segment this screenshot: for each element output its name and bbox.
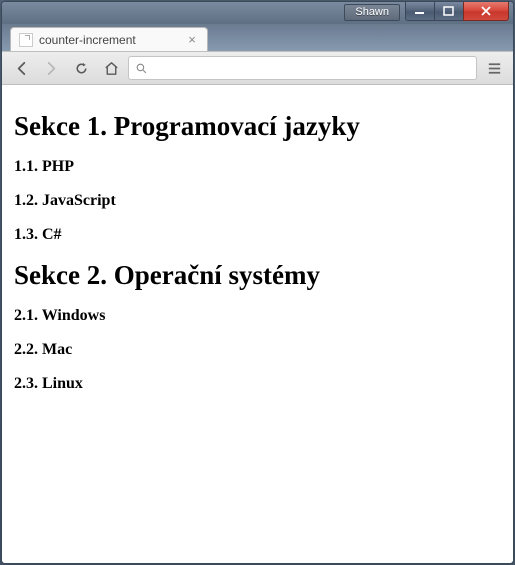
file-icon [19, 33, 33, 47]
subsection-heading: 2.3. Linux [14, 375, 501, 393]
maximize-button[interactable] [434, 2, 464, 21]
subsection-heading: 1.3. C# [14, 226, 501, 244]
browser-tab[interactable]: counter-increment × [10, 27, 208, 51]
forward-button[interactable] [38, 55, 64, 81]
arrow-right-icon [43, 60, 60, 77]
window-controls [406, 2, 509, 24]
maximize-icon [443, 6, 455, 16]
page-content: Sekce 1. Programovací jazyky 1.1. PHP 1.2.… [2, 85, 513, 563]
home-button[interactable] [98, 55, 124, 81]
reload-button[interactable] [68, 55, 94, 81]
menu-button[interactable] [481, 55, 507, 81]
user-badge[interactable]: Shawn [344, 4, 400, 21]
hamburger-icon [486, 60, 503, 77]
subsection-heading: 1.2. JavaScript [14, 192, 501, 210]
reload-icon [73, 60, 90, 77]
subsection-heading: 2.1. Windows [14, 307, 501, 325]
toolbar [2, 52, 513, 85]
close-button[interactable] [463, 2, 509, 21]
window-titlebar: Shawn [2, 2, 513, 24]
tab-strip: counter-increment × [2, 24, 513, 52]
section-heading: Sekce 1. Programovací jazyky [14, 111, 501, 142]
minimize-icon [414, 6, 426, 16]
subsection-heading: 1.1. PHP [14, 158, 501, 176]
address-input[interactable] [154, 61, 470, 76]
arrow-left-icon [13, 60, 30, 77]
close-icon [480, 6, 492, 16]
search-icon [135, 62, 148, 75]
tab-close-button[interactable]: × [185, 33, 199, 47]
address-bar[interactable] [128, 56, 477, 80]
section-heading: Sekce 2. Operační systémy [14, 260, 501, 291]
subsection-heading: 2.2. Mac [14, 341, 501, 359]
back-button[interactable] [8, 55, 34, 81]
browser-window: Shawn counter-increment × [1, 1, 514, 564]
tab-title: counter-increment [39, 33, 179, 47]
close-icon: × [188, 33, 196, 46]
home-icon [103, 60, 120, 77]
minimize-button[interactable] [405, 2, 435, 21]
